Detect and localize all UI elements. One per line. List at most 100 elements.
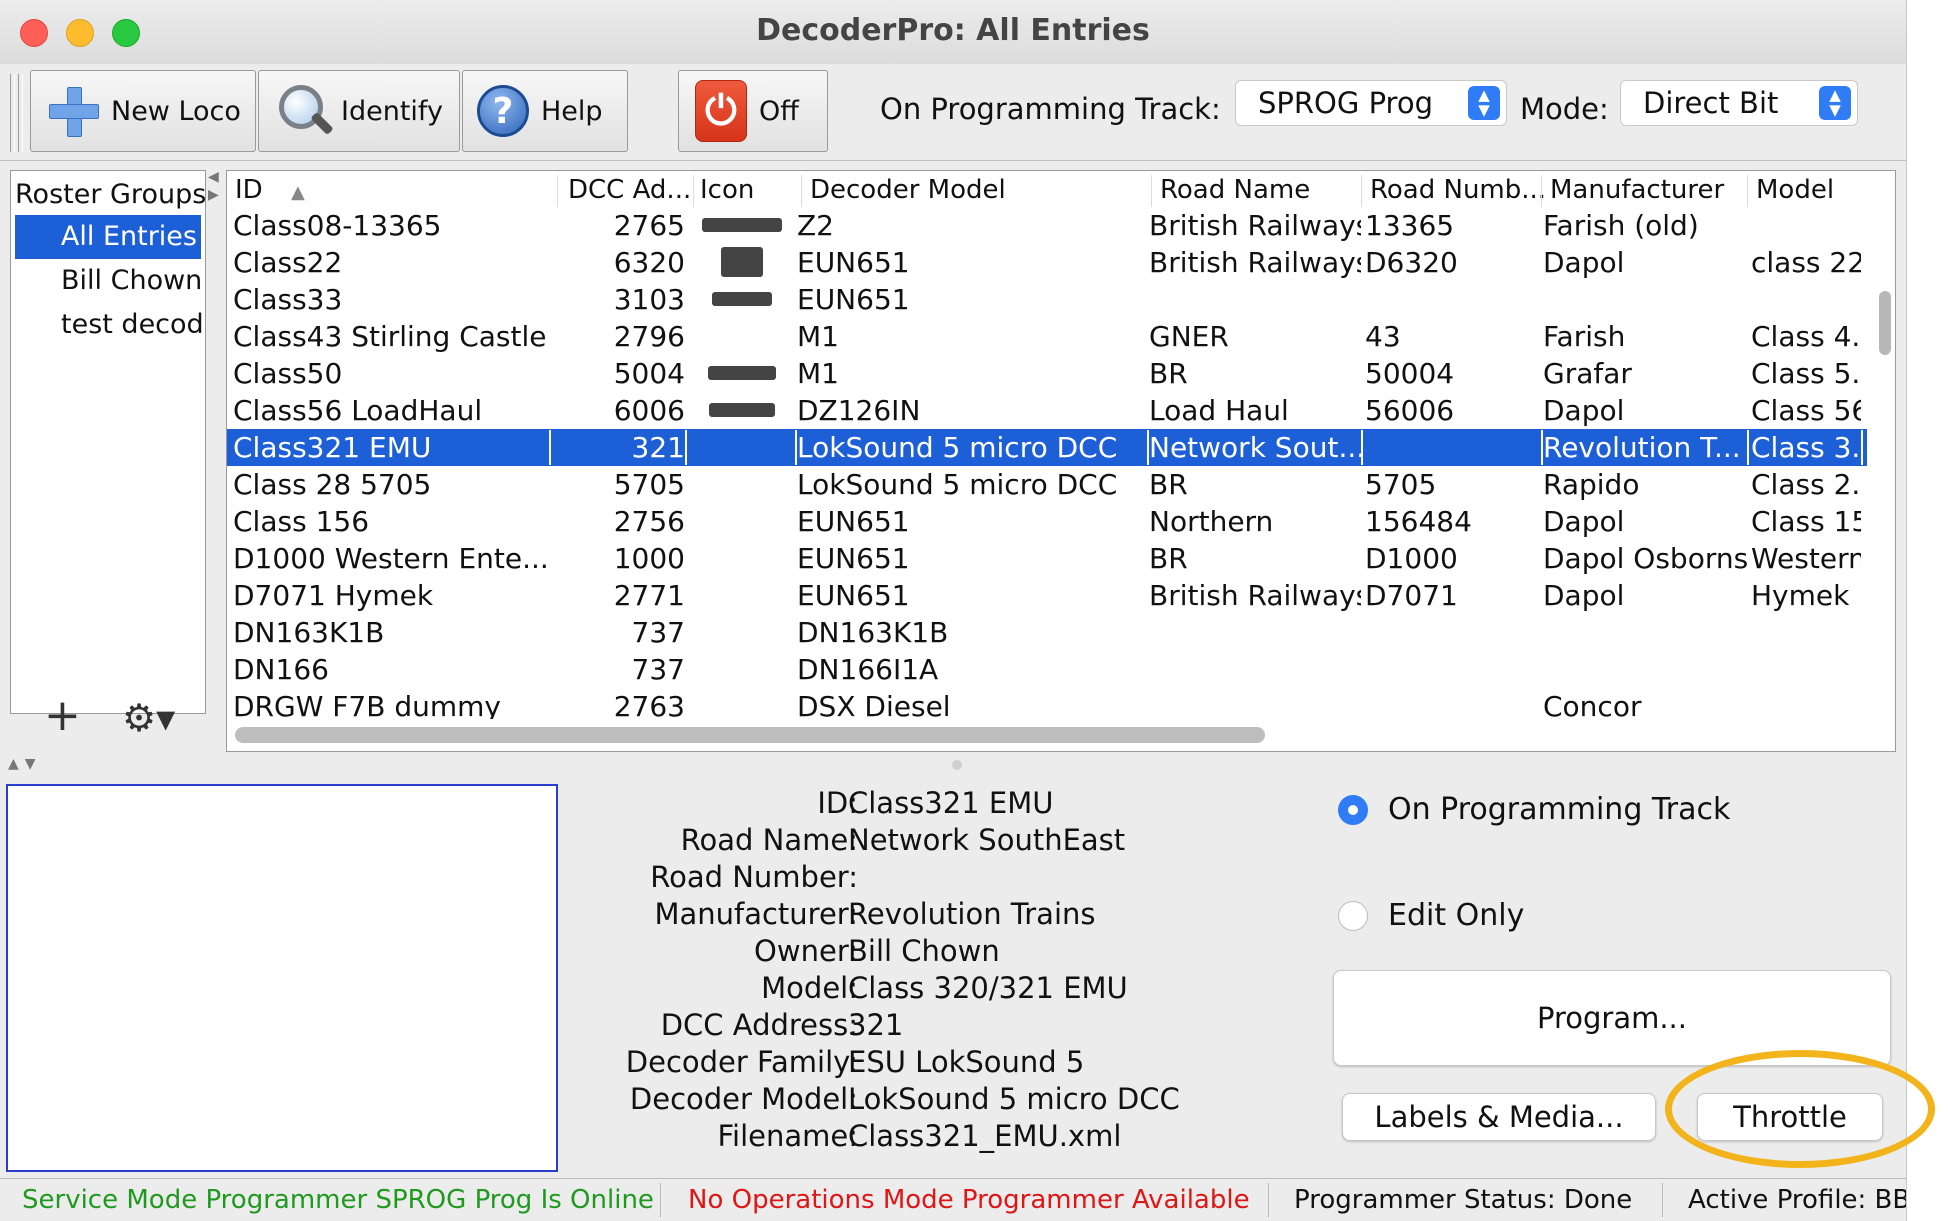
- detail-row: Owner: Bill Chown: [560, 934, 1320, 971]
- table-row[interactable]: DN163K1B 737 DN163K1B: [227, 614, 1867, 651]
- table-cell-road: GNER: [1149, 320, 1229, 353]
- title-bar: DecoderPro: All Entries: [0, 0, 1906, 65]
- table-cell-model: Hymek: [1751, 579, 1850, 612]
- power-button[interactable]: ⏻ Off: [678, 70, 828, 152]
- new-loco-button[interactable]: New Loco: [30, 70, 256, 152]
- column-header-road-number[interactable]: Road Numb...: [1361, 175, 1546, 207]
- column-header-icon[interactable]: Icon: [693, 175, 800, 207]
- labels-media-button[interactable]: Labels & Media...: [1342, 1093, 1656, 1141]
- table-cell-roadnum: D6320: [1365, 246, 1458, 279]
- table-row[interactable]: Class22 6320 EUN651 British Railways D6320 Da…: [227, 244, 1867, 281]
- identify-label: Identify: [341, 95, 443, 127]
- table-cell-decoder: DN166I1A: [797, 653, 939, 686]
- table-cell-roadnum: 5705: [1365, 468, 1437, 501]
- mode-label: Mode:: [1520, 92, 1609, 126]
- help-label: Help: [541, 95, 603, 127]
- table-row[interactable]: Class 28 5705 5705 LokSound 5 micro DCC BR 5…: [227, 466, 1867, 503]
- table-cell-roadnum: 50004: [1365, 357, 1455, 390]
- table-cell-model: Class 3..: [1751, 430, 1863, 465]
- table-cell-id: DN166: [233, 653, 329, 686]
- toolbar-grip[interactable]: [10, 74, 15, 152]
- locomotive-thumbnail-icon: [721, 247, 763, 277]
- gear-icon[interactable]: ⚙▾: [122, 696, 175, 740]
- table-cell-mfg: Grafar: [1543, 357, 1632, 390]
- table-row[interactable]: Class56 LoadHaul 6006 DZ126IN Load Haul 5600…: [227, 392, 1867, 429]
- split-pane-divider[interactable]: ▲▼: [0, 752, 1906, 778]
- table-cell-id: D7071 Hymek: [233, 579, 434, 612]
- locomotive-thumbnail-icon: [712, 292, 772, 306]
- detail-row: Road Name: Network SouthEast: [560, 823, 1320, 860]
- detail-value: Network SouthEast: [848, 823, 1126, 857]
- table-row[interactable]: Class50 5004 M1 BR 50004 Grafar Class 5..: [227, 355, 1867, 392]
- horizontal-scrollbar[interactable]: [235, 727, 1265, 743]
- column-header-model[interactable]: Model: [1747, 175, 1866, 207]
- table-cell-mfg: Dapol: [1543, 246, 1625, 279]
- table-cell-icon: [689, 615, 795, 650]
- roster-group-test-decod[interactable]: test decod: [11, 303, 205, 347]
- table-cell-road: BR: [1149, 468, 1188, 501]
- table-cell-icon: [689, 430, 797, 465]
- table-cell-road: British Railways: [1149, 579, 1361, 612]
- split-collapse-arrows[interactable]: ▲▼: [8, 756, 42, 772]
- table-cell-model: Class 15: [1751, 505, 1861, 538]
- column-header-dcc[interactable]: DCC Ad...: [557, 175, 692, 207]
- table-cell-dcc: 2763: [613, 690, 685, 719]
- table-cell-road: [1149, 282, 1361, 317]
- add-group-icon[interactable]: +: [44, 690, 81, 741]
- table-cell-model: Western.: [1751, 542, 1861, 575]
- roster-group-all-entries[interactable]: All Entries: [15, 215, 201, 259]
- table-row[interactable]: DRGW F7B dummy 2763 DSX Diesel Concor: [227, 688, 1867, 719]
- table-cell-dcc: 2765: [613, 209, 685, 242]
- table-cell-icon: [689, 504, 795, 539]
- table-cell-id: D1000 Western Ente...: [233, 542, 549, 575]
- table-cell-dcc: 5004: [613, 357, 685, 390]
- table-row[interactable]: Class33 3103 EUN651: [227, 281, 1867, 318]
- table-cell-model: Class 4..: [1751, 320, 1861, 353]
- table-cell-model: class 22: [1751, 246, 1861, 279]
- table-cell-icon: [689, 245, 795, 280]
- table-row[interactable]: Class 156 2756 EUN651 Northern 156484 Dapol Cl…: [227, 503, 1867, 540]
- mode-select[interactable]: Direct Bit ▲ ▼: [1620, 80, 1858, 126]
- detail-row: Model: Class 320/321 EMU: [560, 971, 1320, 1008]
- table-row[interactable]: Class321 EMU 321 LokSound 5 micro DCC Netwo…: [227, 429, 1867, 466]
- table-cell-id: Class56 LoadHaul: [233, 394, 483, 427]
- table-row[interactable]: DN166 737 DN166I1A: [227, 651, 1867, 688]
- identify-button[interactable]: Identify: [258, 70, 460, 152]
- roster-group-bill-chown[interactable]: Bill Chown: [11, 259, 205, 303]
- split-pane-arrows[interactable]: ◀ ▶: [208, 168, 219, 204]
- table-cell-decoder: EUN651: [797, 505, 910, 538]
- chevron-updown-icon: ▲ ▼: [1468, 86, 1500, 120]
- column-header-id[interactable]: ID ▲: [235, 175, 547, 207]
- vertical-scrollbar[interactable]: [1879, 291, 1891, 355]
- status-divider: [1662, 1183, 1663, 1217]
- detail-label: DCC Address:: [660, 1008, 858, 1042]
- column-header-manufacturer[interactable]: Manufacturer: [1541, 175, 1746, 207]
- service-mode-status: Service Mode Programmer SPROG Prog Is On…: [22, 1185, 654, 1215]
- table-header: ID ▲ DCC Ad... Icon Decoder Model Road N…: [227, 171, 1867, 207]
- table-cell-id: Class43 Stirling Castle: [233, 320, 547, 353]
- mode-select-value: Direct Bit: [1643, 86, 1779, 120]
- radio-edit-only[interactable]: Edit Only: [1338, 898, 1524, 933]
- table-row[interactable]: D7071 Hymek 2771 EUN651 British Railways D70…: [227, 577, 1867, 614]
- status-bar: Service Mode Programmer SPROG Prog Is On…: [0, 1178, 1906, 1221]
- programmer-select[interactable]: SPROG Prog ▲ ▼: [1235, 80, 1507, 126]
- table-row[interactable]: Class08-13365 2765 Z2 British Railways 13365…: [227, 207, 1867, 244]
- loco-image-panel[interactable]: [6, 784, 558, 1172]
- help-button[interactable]: ? Help: [462, 70, 628, 152]
- table-row[interactable]: Class43 Stirling Castle 2796 M1 GNER 43 Faris…: [227, 318, 1867, 355]
- column-header-decoder-model[interactable]: Decoder Model: [801, 175, 1158, 207]
- table-cell-model: [1751, 652, 1861, 687]
- radio-on-programming-track-label: On Programming Track: [1388, 792, 1731, 827]
- plus-icon: [47, 85, 99, 137]
- table-row[interactable]: D1000 Western Ente... 1000 EUN651 BR D1000 Da…: [227, 540, 1867, 577]
- detail-value: LokSound 5 micro DCC: [848, 1082, 1180, 1116]
- table-cell-model: [1751, 615, 1861, 650]
- table-cell-id: Class08-13365: [233, 209, 442, 242]
- toolbar-grip[interactable]: [18, 74, 23, 152]
- table-cell-mfg: Concor: [1543, 690, 1642, 719]
- split-grip[interactable]: [952, 760, 962, 770]
- radio-on-programming-track[interactable]: On Programming Track: [1338, 792, 1730, 827]
- column-header-road-name[interactable]: Road Name: [1151, 175, 1370, 207]
- detail-label: Filename:: [717, 1119, 858, 1153]
- roster-table: ID ▲ DCC Ad... Icon Decoder Model Road N…: [226, 170, 1896, 752]
